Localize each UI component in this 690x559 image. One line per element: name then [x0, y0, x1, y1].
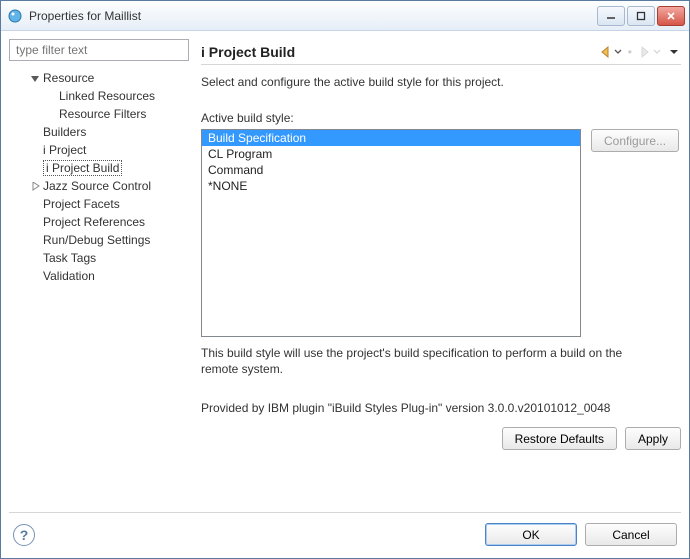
tree-item[interactable]: Builders — [9, 123, 189, 141]
tree-item[interactable]: Validation — [9, 267, 189, 285]
tree-item-label: Resource Filters — [59, 107, 146, 121]
tree-item[interactable]: Jazz Source Control — [9, 177, 189, 195]
app-icon — [7, 8, 23, 24]
nav-forward-button — [636, 45, 663, 59]
tree-item[interactable]: Resource — [9, 69, 189, 87]
window-buttons — [597, 6, 687, 26]
provided-by-text: Provided by IBM plugin "iBuild Styles Pl… — [201, 401, 681, 415]
nav-back-button[interactable] — [597, 45, 624, 59]
build-style-item[interactable]: CL Program — [202, 146, 580, 162]
tree-item-label: Project References — [43, 215, 145, 229]
instruction-text: Select and configure the active build st… — [201, 75, 681, 89]
tree-item-label: Jazz Source Control — [43, 179, 151, 193]
chevron-down-icon[interactable] — [29, 72, 41, 84]
category-tree-pane: Resource Linked Resources Resource Filters… — [9, 39, 189, 508]
properties-page: i Project Build • — [193, 39, 681, 508]
tree-item-label: i Project — [43, 143, 86, 157]
tree-item[interactable]: Project References — [9, 213, 189, 231]
tree-item-label: Task Tags — [43, 251, 96, 265]
tree-item-label: Validation — [43, 269, 95, 283]
tree-item-label: i Project Build — [43, 160, 122, 176]
chevron-right-icon[interactable] — [29, 180, 41, 192]
apply-button[interactable]: Apply — [625, 427, 681, 450]
configure-button[interactable]: Configure... — [591, 129, 679, 152]
tree-item[interactable]: Project Facets — [9, 195, 189, 213]
nav-menu-button[interactable] — [667, 45, 681, 59]
minimize-button[interactable] — [597, 6, 625, 26]
build-style-item[interactable]: *NONE — [202, 178, 580, 194]
help-icon[interactable]: ? — [13, 524, 35, 546]
tree-item-label: Run/Debug Settings — [43, 233, 150, 247]
tree-item-label: Linked Resources — [59, 89, 155, 103]
tree-item[interactable]: i Project — [9, 141, 189, 159]
tree-item[interactable]: i Project Build — [9, 159, 189, 177]
category-tree[interactable]: Resource Linked Resources Resource Filters… — [9, 69, 189, 508]
tree-item[interactable]: Run/Debug Settings — [9, 231, 189, 249]
style-description: This build style will use the project's … — [201, 345, 641, 377]
maximize-button[interactable] — [627, 6, 655, 26]
cancel-button[interactable]: Cancel — [585, 523, 677, 546]
close-button[interactable] — [657, 6, 685, 26]
build-style-item[interactable]: Build Specification — [202, 130, 580, 146]
tree-item-label: Builders — [43, 125, 86, 139]
window-title: Properties for Maillist — [29, 9, 597, 23]
restore-defaults-button[interactable]: Restore Defaults — [502, 427, 617, 450]
filter-input[interactable] — [9, 39, 189, 61]
build-style-list[interactable]: Build SpecificationCL ProgramCommand*NON… — [201, 129, 581, 337]
tree-item[interactable]: Task Tags — [9, 249, 189, 267]
build-style-label: Active build style: — [201, 111, 681, 125]
properties-dialog: Properties for Maillist Resource Linked R… — [0, 0, 690, 559]
page-title: i Project Build — [201, 44, 597, 60]
titlebar: Properties for Maillist — [1, 1, 689, 31]
ok-button[interactable]: OK — [485, 523, 577, 546]
tree-item-label: Resource — [43, 71, 94, 85]
tree-item[interactable]: Resource Filters — [9, 105, 189, 123]
tree-item-label: Project Facets — [43, 197, 120, 211]
tree-item[interactable]: Linked Resources — [9, 87, 189, 105]
build-style-item[interactable]: Command — [202, 162, 580, 178]
